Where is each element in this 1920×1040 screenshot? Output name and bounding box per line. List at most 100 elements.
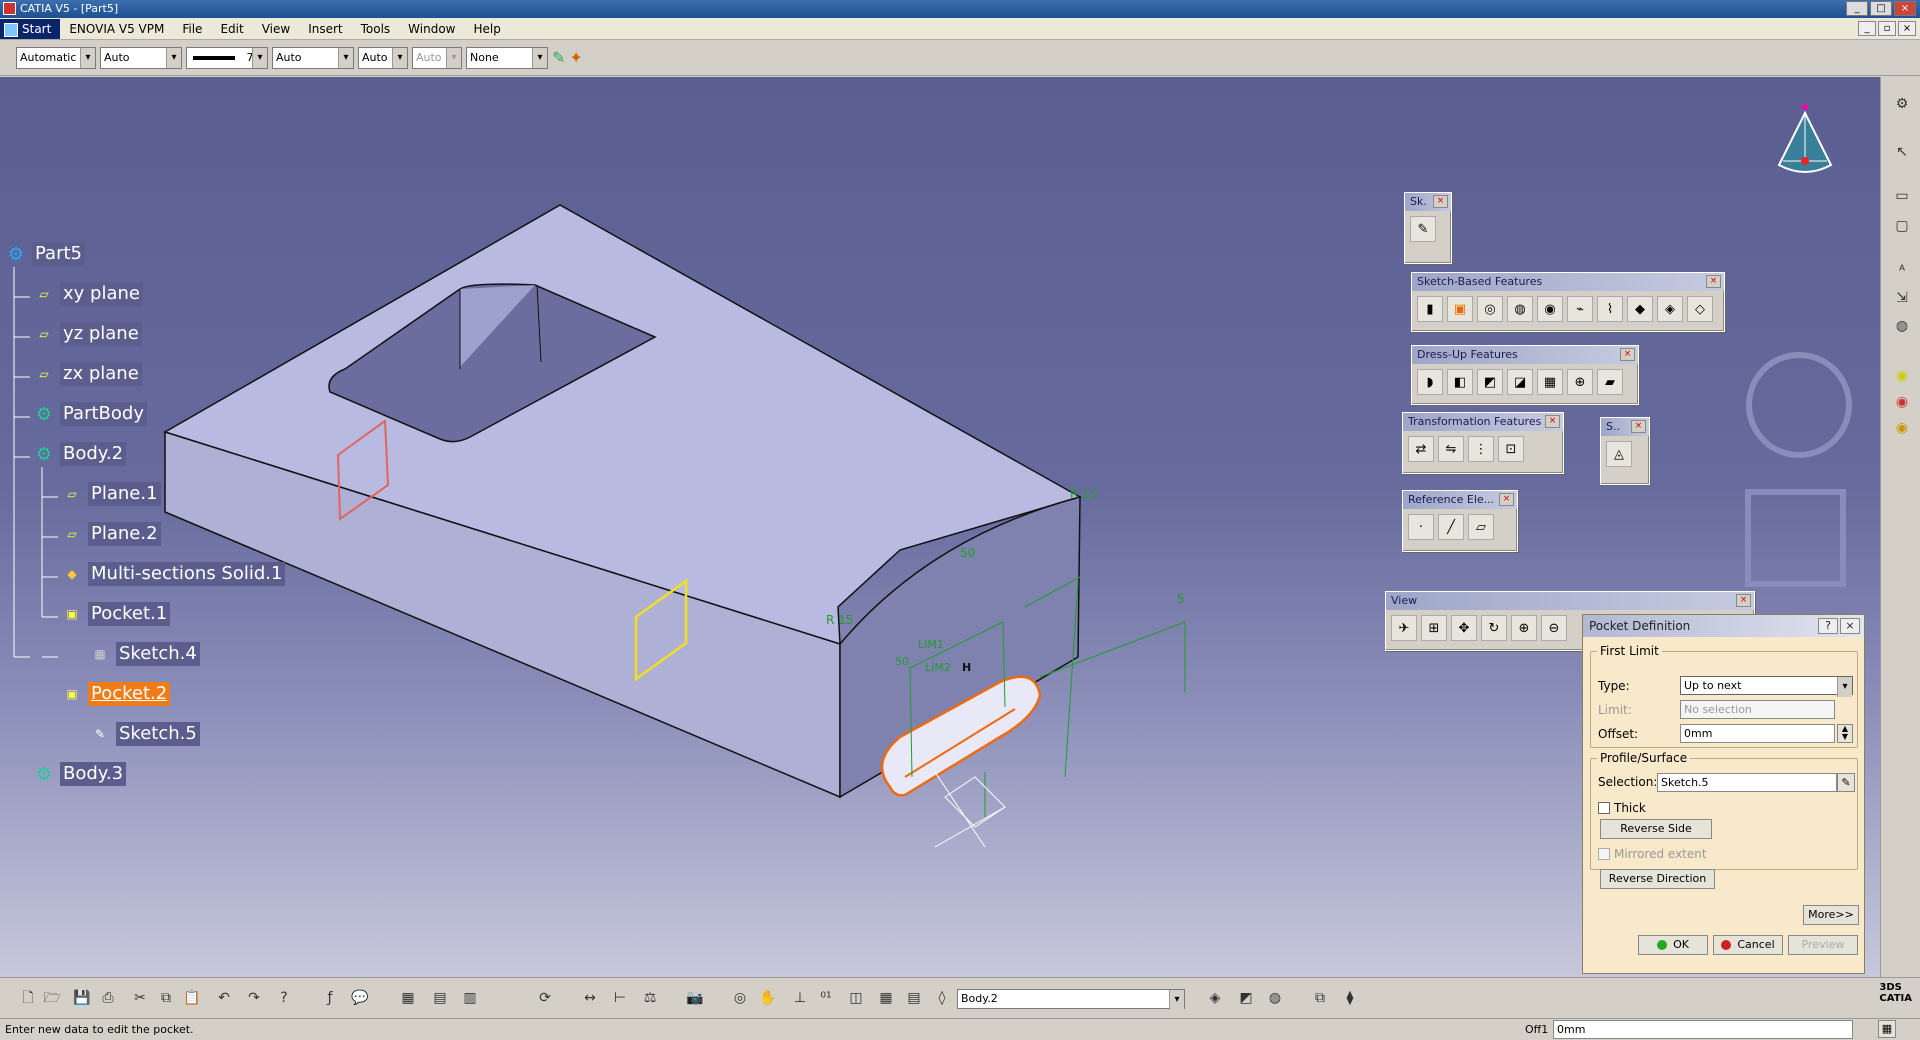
measure-between-icon[interactable]: ↔ <box>580 988 600 1008</box>
fly-mode-icon[interactable]: ✈ <box>1391 615 1417 641</box>
ok-button[interactable]: OK <box>1638 935 1708 955</box>
more-button[interactable]: More>> <box>1803 905 1859 925</box>
tree-item-multi-sections[interactable]: ◆ Multi-sections Solid.1 <box>60 562 286 586</box>
current-body-select[interactable]: Body.2 <box>957 989 1185 1010</box>
cut-icon[interactable]: ✂ <box>130 988 150 1008</box>
rotate-icon[interactable]: ↻ <box>1481 615 1507 641</box>
annotation-icon[interactable]: ⇲ <box>1893 289 1911 307</box>
swap-visible-icon[interactable]: ▤ <box>904 988 924 1008</box>
boolean-icon[interactable]: ◉ <box>1893 393 1911 411</box>
draft-icon[interactable]: ◩ <box>1477 369 1503 395</box>
menu-enovia[interactable]: ENOVIA V5 VPM <box>60 19 173 39</box>
linewidth-combo[interactable]: 7 <box>186 46 268 69</box>
color-combo[interactable]: Automatic <box>16 46 96 69</box>
pad-icon[interactable]: ▮ <box>1417 296 1443 322</box>
linetype-combo[interactable]: Auto <box>272 46 354 69</box>
text-icon[interactable]: ᴬ <box>1893 262 1911 280</box>
hand-icon[interactable]: ✋ <box>758 988 778 1008</box>
reverse-direction-button[interactable]: Reverse Direction <box>1600 869 1715 889</box>
tree-item-yz-plane[interactable]: ▱ yz plane <box>32 322 142 346</box>
hide-show-icon[interactable]: ▦ <box>876 988 896 1008</box>
layer-view-icon[interactable]: ⧉ <box>1310 988 1330 1008</box>
calc-icon[interactable]: ▦ <box>1878 1020 1896 1038</box>
slot-icon[interactable]: ⌇ <box>1597 296 1623 322</box>
chamfer-icon[interactable]: ◧ <box>1447 369 1473 395</box>
tree-item-body3[interactable]: ⚙ Body.3 <box>32 762 127 786</box>
menu-window[interactable]: Window <box>399 19 464 39</box>
new-icon[interactable]: 🗋 <box>18 988 38 1008</box>
mirror-icon[interactable]: ⇋ <box>1438 436 1464 462</box>
save-icon[interactable]: 💾 <box>72 988 92 1008</box>
minimize-button[interactable]: _ <box>1846 1 1868 16</box>
doc-close-button[interactable]: × <box>1898 21 1916 36</box>
shell-icon[interactable]: ◪ <box>1507 369 1533 395</box>
scaling-icon[interactable]: ⊡ <box>1498 436 1524 462</box>
menu-start[interactable]: Start <box>0 18 61 39</box>
selection-field[interactable]: Sketch.5 <box>1657 773 1837 792</box>
tree-item-plane1[interactable]: ▱ Plane.1 <box>60 482 161 506</box>
thread-icon[interactable]: ⊕ <box>1567 369 1593 395</box>
thick-checkbox-row[interactable]: Thick <box>1598 801 1646 815</box>
menu-view[interactable]: View <box>253 19 299 39</box>
measure-item-icon[interactable]: ⊢ <box>610 988 630 1008</box>
shading-icon[interactable]: ◩ <box>1236 988 1256 1008</box>
multi-sections-tool-icon[interactable]: ◈ <box>1657 296 1683 322</box>
stiffener-icon[interactable]: ◆ <box>1627 296 1653 322</box>
status-value-input[interactable]: 0mm <box>1553 1020 1853 1039</box>
close-icon[interactable]: × <box>1545 415 1560 428</box>
preview-button[interactable]: Preview <box>1788 935 1858 955</box>
analysis-icon[interactable]: ◍ <box>1893 317 1911 335</box>
menu-file[interactable]: File <box>173 19 211 39</box>
translation-icon[interactable]: ⇄ <box>1408 436 1434 462</box>
help-button[interactable]: ? <box>1818 618 1838 634</box>
tree-item-sketch4[interactable]: ▦ Sketch.4 <box>88 642 200 666</box>
redo-icon[interactable]: ↷ <box>244 988 264 1008</box>
layer-auto-combo[interactable]: Auto <box>412 46 462 69</box>
print-icon[interactable]: ⎙ <box>98 988 118 1008</box>
comment-icon[interactable]: 💬 <box>350 988 370 1008</box>
update-icon[interactable]: ⟳ <box>535 988 555 1008</box>
doc-restore-button[interactable]: ▫ <box>1878 21 1896 36</box>
tree-item-pocket2[interactable]: ▣ Pocket.2 <box>60 682 171 706</box>
surface-tool-icon[interactable]: ◬ <box>1606 441 1632 467</box>
filter-icon[interactable]: ⧫ <box>1340 988 1360 1008</box>
properties-icon[interactable]: ✦ <box>569 48 582 67</box>
axis-system-icon[interactable]: ⊥ <box>790 988 810 1008</box>
workbench-icon[interactable]: ⚙ <box>1893 95 1911 113</box>
copy-icon[interactable]: ⧉ <box>156 988 176 1008</box>
scan-icon[interactable]: ▥ <box>460 988 480 1008</box>
type-select[interactable]: Up to next <box>1680 676 1853 697</box>
mirrored-extent-row[interactable]: Mirrored extent <box>1598 847 1707 861</box>
line-icon[interactable]: ╱ <box>1438 514 1464 540</box>
shaft-icon[interactable]: ◎ <box>1477 296 1503 322</box>
dialog-close-button[interactable]: × <box>1840 618 1860 634</box>
undo-icon[interactable]: ↶ <box>214 988 234 1008</box>
doc-minimize-button[interactable]: _ <box>1858 21 1876 36</box>
rib-icon[interactable]: ⌁ <box>1567 296 1593 322</box>
point-icon[interactable]: · <box>1408 514 1434 540</box>
remove-face-icon[interactable]: ▰ <box>1597 369 1623 395</box>
point-combo[interactable]: Auto <box>358 46 408 69</box>
tree-item-sketch5[interactable]: ✎ Sketch.5 <box>88 722 200 746</box>
close-icon[interactable]: × <box>1706 275 1721 288</box>
close-icon[interactable]: × <box>1631 420 1646 433</box>
menu-help[interactable]: Help <box>465 19 510 39</box>
sketch-edit-icon[interactable]: ✎ <box>1837 773 1855 792</box>
insert-body-icon[interactable]: ◉ <box>1893 367 1911 385</box>
formula-icon[interactable]: ƒ <box>320 988 340 1008</box>
assemble-icon[interactable]: ◉ <box>1893 419 1911 437</box>
painter-icon[interactable]: ✎ <box>552 48 565 67</box>
removed-multi-sections-icon[interactable]: ◇ <box>1687 296 1713 322</box>
tree-item-plane2[interactable]: ▱ Plane.2 <box>60 522 161 546</box>
material-icon[interactable]: ◍ <box>1265 988 1285 1008</box>
close-icon[interactable]: × <box>1736 594 1751 607</box>
groove-icon[interactable]: ◍ <box>1507 296 1533 322</box>
measure-icon[interactable]: ▭ <box>1893 187 1911 205</box>
zoom-out-icon[interactable]: ⊖ <box>1541 615 1567 641</box>
tree-item-xy-plane[interactable]: ▱ xy plane <box>32 282 143 306</box>
binary-icon[interactable]: ⁰¹ <box>816 988 836 1008</box>
transparency-combo[interactable]: Auto <box>100 46 182 69</box>
fillet-icon[interactable]: ◗ <box>1417 369 1443 395</box>
menu-tools[interactable]: Tools <box>352 19 400 39</box>
hole-icon[interactable]: ◉ <box>1537 296 1563 322</box>
